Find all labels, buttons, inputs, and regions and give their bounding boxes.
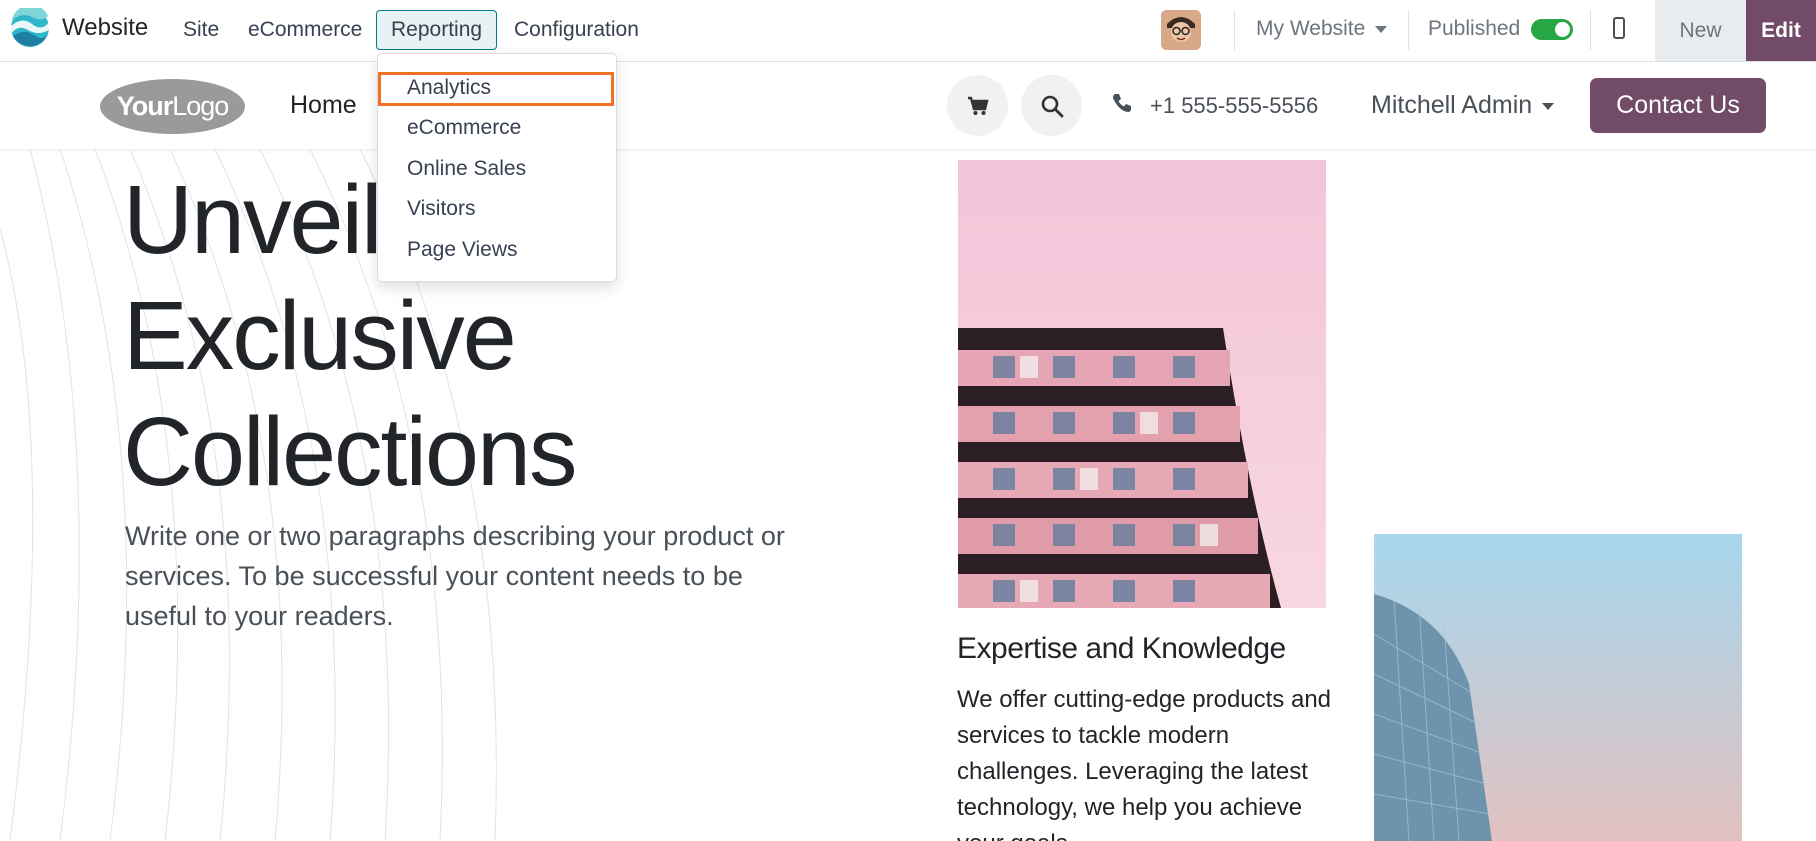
menu-configuration[interactable]: Configuration [499, 10, 654, 50]
published-toggle[interactable] [1531, 19, 1573, 40]
new-button[interactable]: New [1655, 0, 1746, 61]
website-header: Your Logo Home +1 555-555-5556 Mitchell A… [0, 62, 1816, 149]
cart-icon [967, 96, 989, 115]
menu-reporting[interactable]: Reporting [376, 10, 498, 50]
menu-site[interactable]: Site [168, 10, 234, 50]
chevron-down-icon [1375, 25, 1388, 33]
contact-us-button[interactable]: Contact Us [1590, 78, 1766, 133]
nav-home[interactable]: Home [290, 91, 357, 120]
user-avatar[interactable] [1161, 10, 1201, 50]
phone-icon [1113, 94, 1131, 112]
published-label: Published [1428, 17, 1521, 40]
dropdown-item-analytics[interactable]: Analytics [407, 76, 491, 100]
hero-title-line: Collections [123, 397, 577, 506]
building-image-pink [958, 160, 1326, 608]
menu-ecommerce[interactable]: eCommerce [233, 10, 377, 50]
admin-top-bar: Website Site eCommerce Reporting Configu… [0, 0, 1816, 62]
dropdown-item-ecommerce[interactable]: eCommerce [407, 116, 521, 140]
app-name[interactable]: Website [62, 14, 148, 42]
phone-number[interactable]: +1 555-555-5556 [1150, 93, 1318, 119]
website-selector[interactable]: My Website [1256, 17, 1388, 41]
user-menu[interactable]: Mitchell Admin [1371, 91, 1555, 120]
dropdown-item-visitors[interactable]: Visitors [407, 197, 475, 221]
toggle-knob [1555, 22, 1570, 37]
edit-button[interactable]: Edit [1746, 0, 1816, 61]
building-image-blue [1374, 534, 1742, 841]
hero-description: Write one or two paragraphs describing y… [125, 521, 785, 631]
card-title: Expertise and Knowledge [957, 632, 1286, 665]
divider [1234, 10, 1235, 50]
reporting-dropdown-menu: Analytics eCommerce Online Sales Visitor… [377, 53, 617, 282]
divider [1590, 10, 1591, 50]
dropdown-item-online-sales[interactable]: Online Sales [407, 157, 526, 181]
search-icon [1041, 95, 1063, 117]
card-text: We offer cutting-edge products and servi… [957, 686, 1332, 841]
hero-title-line: Exclusive [123, 281, 517, 390]
website-app-icon[interactable] [10, 8, 50, 48]
chevron-down-icon [1542, 102, 1555, 110]
site-logo[interactable]: Your Logo [100, 79, 245, 134]
cart-button[interactable] [947, 75, 1008, 136]
search-button[interactable] [1021, 75, 1082, 136]
hero-title-line: Unveil [123, 165, 383, 274]
dropdown-item-page-views[interactable]: Page Views [407, 238, 518, 262]
divider [1408, 10, 1409, 50]
mobile-preview-icon[interactable] [1613, 17, 1625, 39]
